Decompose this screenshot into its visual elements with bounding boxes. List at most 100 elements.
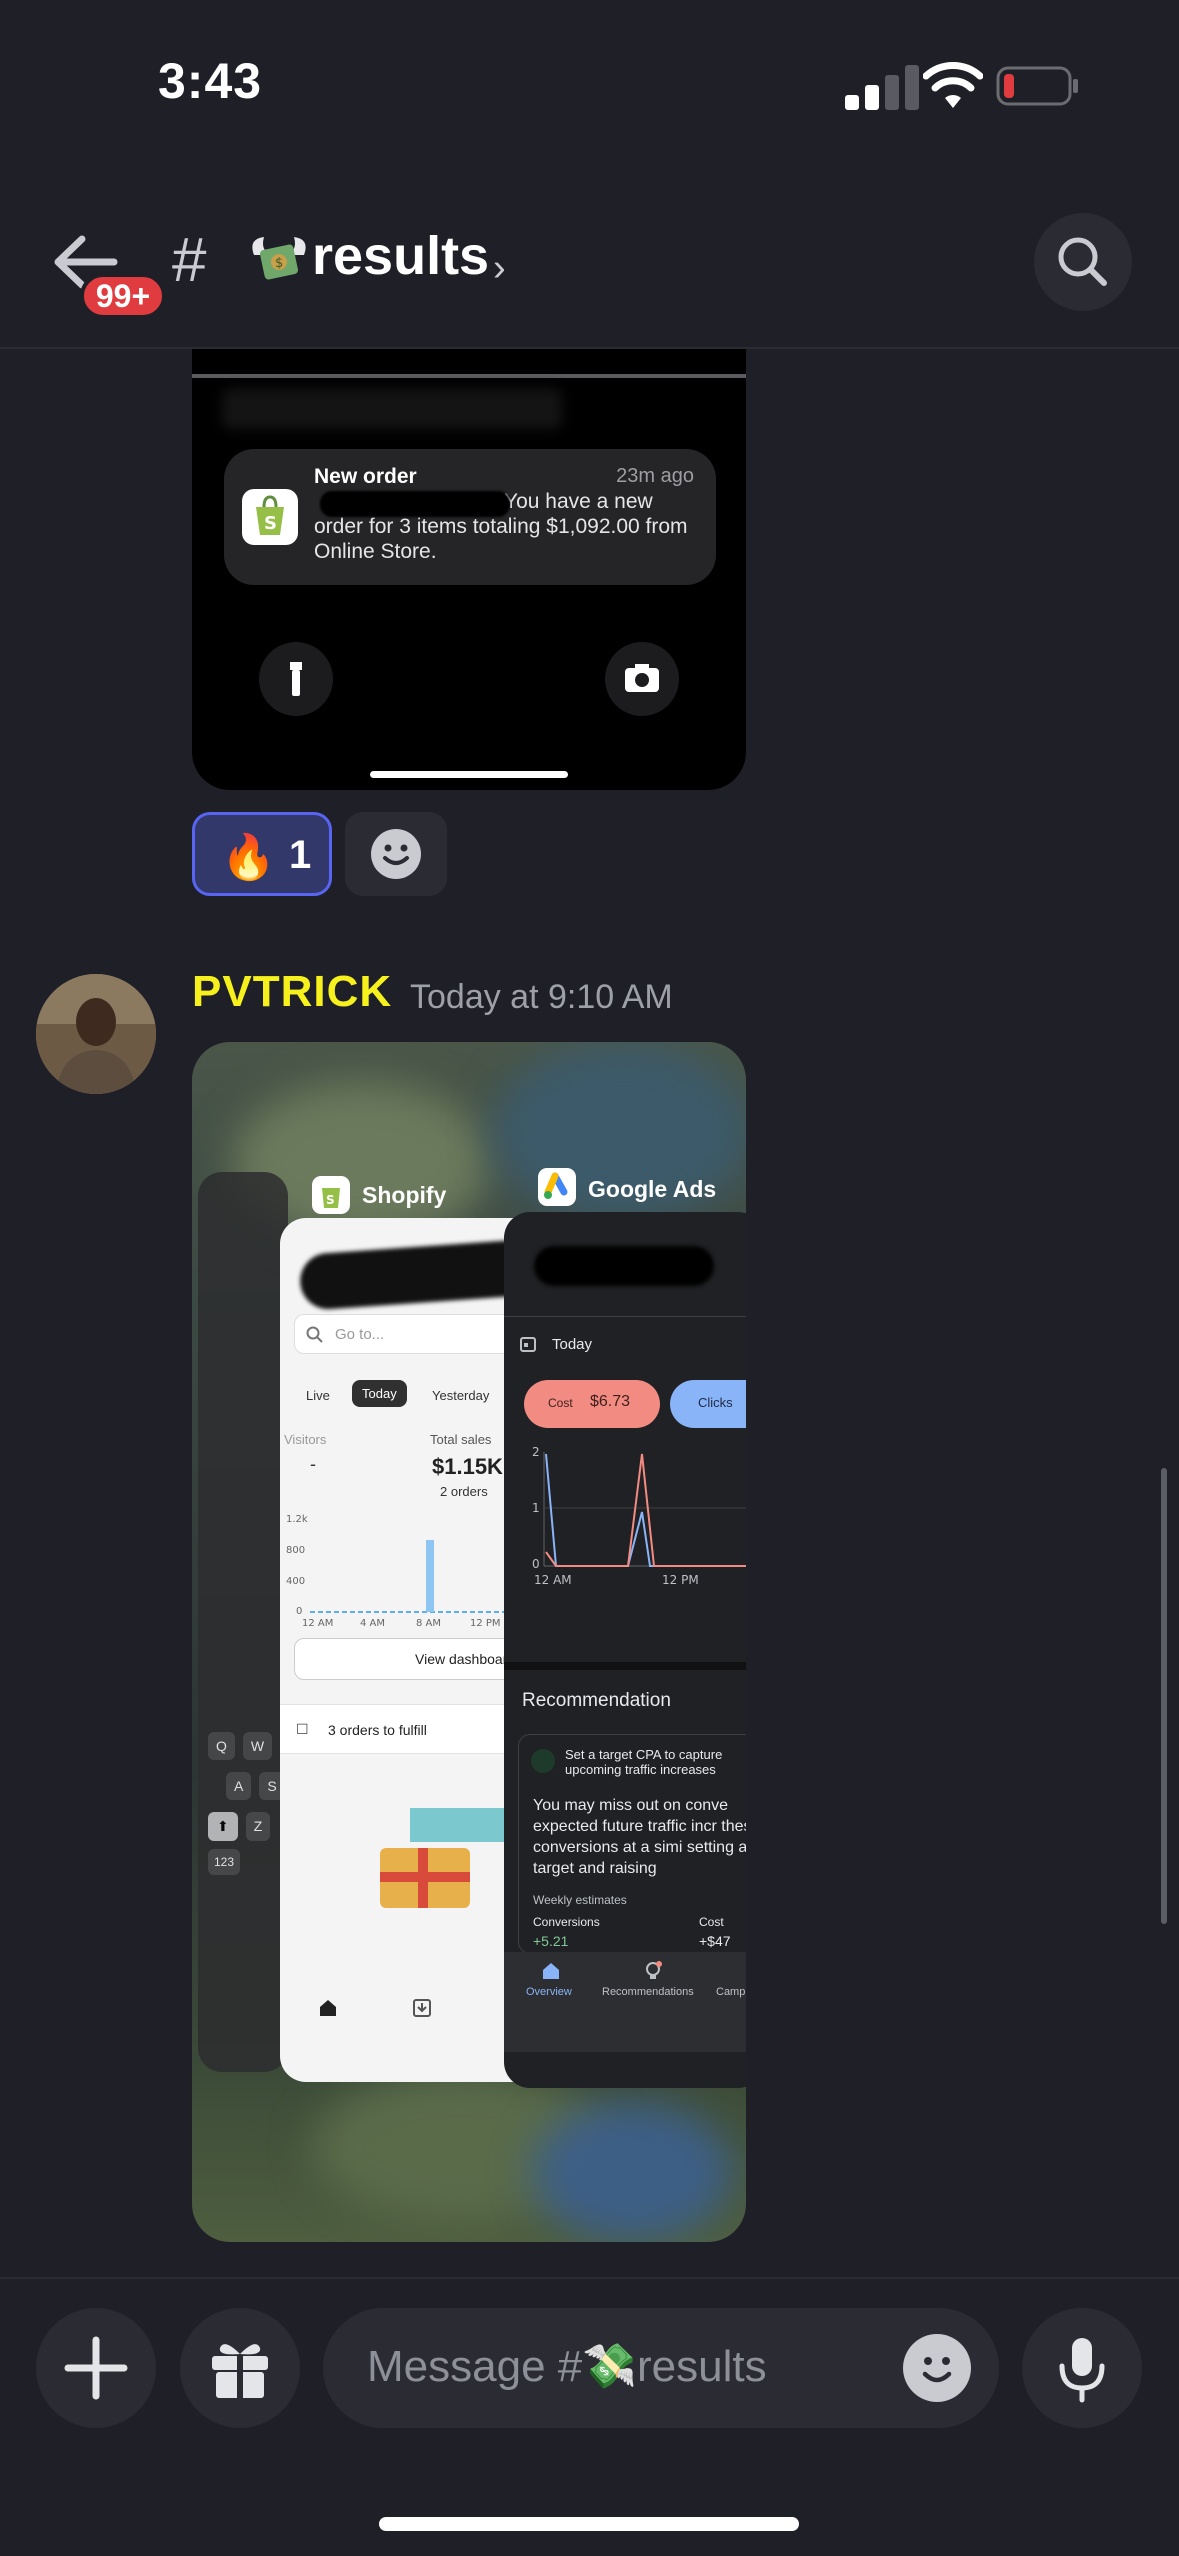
cost-series xyxy=(545,1453,746,1567)
x-tick: 12 AM xyxy=(302,1618,333,1628)
emoji-face-icon xyxy=(922,2357,952,2383)
cost-chip: Cost $6.73 xyxy=(524,1380,660,1428)
clicks-chip-label: Clicks xyxy=(698,1395,733,1410)
background-app-card: Q W A S ⬆ Z 123 xyxy=(198,1172,288,2072)
y-tick: 1.2k xyxy=(286,1514,308,1525)
tab-yesterday: Yesterday xyxy=(432,1388,490,1403)
visitors-value: - xyxy=(310,1454,316,1474)
shopify-notification: S New order 23m ago You have a new order… xyxy=(224,449,716,585)
channel-name[interactable]: results xyxy=(312,225,489,287)
ads-performance-chart: 2 1 0 12 AM 12 PM xyxy=(532,1445,746,1587)
gift-card-illustration xyxy=(380,1848,470,1908)
fulfill-text: 3 orders to fulfill xyxy=(328,1722,427,1738)
camera-icon xyxy=(625,664,659,692)
shopify-app-label: Shopify xyxy=(362,1182,447,1208)
composer-divider xyxy=(0,2277,1179,2279)
y-tick: 0 xyxy=(532,1557,540,1571)
scrollbar[interactable] xyxy=(1161,1468,1167,1924)
tab-live: Live xyxy=(306,1388,330,1403)
recommendation-card: Set a target CPA to capture upcoming tra… xyxy=(518,1734,746,1954)
add-attachment-button[interactable] xyxy=(36,2308,156,2428)
redacted-store-name xyxy=(320,491,510,517)
message-timestamp: Today at 9:10 AM xyxy=(410,978,673,1016)
search-button[interactable] xyxy=(1034,213,1132,311)
attachment-image-lockscreen[interactable]: S New order 23m ago You have a new order… xyxy=(192,349,746,790)
home-icon xyxy=(543,1963,559,1979)
blurred-notification-center-title xyxy=(222,389,562,429)
nav-recommendations: Recommendations xyxy=(602,1986,694,1998)
key-w: W xyxy=(242,1732,273,1760)
clicks-chip: Clicks xyxy=(670,1380,746,1428)
cost-column-label: Cost xyxy=(699,1915,724,1929)
notification-time: 23m ago xyxy=(616,465,694,487)
add-reaction-button[interactable] xyxy=(345,812,447,896)
nav-overview: Overview xyxy=(526,1986,572,1998)
flashlight-button xyxy=(259,642,333,716)
x-tick: 12 AM xyxy=(534,1573,572,1587)
google-ads-app-icon xyxy=(538,1168,576,1206)
reaction-fire[interactable]: 🔥 1 xyxy=(192,812,332,896)
cost-column-value: +$47 xyxy=(699,1933,731,1949)
camera-button xyxy=(605,642,679,716)
message-placeholder: Message #💸results xyxy=(367,2342,767,2391)
orders-icon xyxy=(413,1999,431,2017)
x-tick: 12 PM xyxy=(662,1573,699,1587)
lightbulb-icon xyxy=(646,1961,662,1979)
fire-emoji: 🔥 xyxy=(221,833,276,882)
x-tick: 4 AM xyxy=(360,1618,385,1628)
wifi-icon xyxy=(923,62,983,108)
trend-icon xyxy=(531,1749,555,1773)
shift-key-icon: ⬆ xyxy=(208,1812,238,1841)
y-tick: 400 xyxy=(286,1576,305,1587)
battery-icon xyxy=(996,66,1078,106)
shopify-app-icon: S xyxy=(312,1176,350,1214)
emoji-face-icon xyxy=(371,829,421,879)
conversions-label: Conversions xyxy=(533,1915,600,1929)
cost-chip-label: Cost xyxy=(548,1396,573,1410)
clicks-series xyxy=(545,1453,746,1567)
key-a: A xyxy=(226,1772,252,1800)
svg-text:S: S xyxy=(264,513,277,534)
ads-bottom-nav: Overview Recommendations Camp xyxy=(504,1952,746,2052)
tab-today: Today xyxy=(352,1380,407,1407)
svg-text:S: S xyxy=(326,1193,335,1207)
flashlight-icon xyxy=(290,662,302,696)
cellular-signal-icon xyxy=(845,65,919,110)
recommendation-title: Recommendation xyxy=(522,1690,671,1711)
view-dashboard-label: View dashboard xyxy=(415,1651,516,1667)
shopify-search-placeholder: Go to... xyxy=(335,1326,385,1343)
voice-message-button[interactable] xyxy=(1022,2308,1142,2428)
calendar-icon xyxy=(520,1337,536,1352)
avatar[interactable] xyxy=(36,974,156,1094)
gift-button[interactable] xyxy=(180,2308,300,2428)
redacted-account-name xyxy=(534,1246,714,1286)
lockscreen-divider xyxy=(192,374,746,378)
total-sales-value: $1.15K xyxy=(432,1454,503,1479)
search-icon xyxy=(306,1326,323,1343)
recommendation-body: You may miss out on conve expected futur… xyxy=(533,1797,746,1877)
y-tick: 800 xyxy=(286,1545,305,1556)
shopify-logo-icon: S xyxy=(242,489,298,545)
date-label: Today xyxy=(552,1336,593,1353)
unread-badge: 99+ xyxy=(80,273,166,319)
gift-icon xyxy=(212,2344,268,2398)
x-tick: 8 AM xyxy=(416,1618,441,1628)
weekly-estimates-label: Weekly estimates xyxy=(533,1893,627,1907)
visitors-label: Visitors xyxy=(284,1432,327,1447)
attachment-image-app-switcher[interactable]: Q W A S ⬆ Z 123 S Shopify Go to... Live … xyxy=(192,1042,746,2242)
reaction-count: 1 xyxy=(289,833,312,877)
username[interactable]: PVTRICK xyxy=(192,967,392,1017)
key-q: Q xyxy=(208,1732,235,1760)
x-tick: 12 PM xyxy=(470,1618,501,1628)
y-tick: 2 xyxy=(532,1445,540,1459)
chevron-right-icon[interactable]: › xyxy=(493,247,506,290)
recommendation-chip: Set a target CPA to capture upcoming tra… xyxy=(565,1747,723,1777)
money-with-wings-icon: $ xyxy=(252,237,306,280)
home-indicator xyxy=(379,2517,799,2531)
home-indicator xyxy=(370,771,568,778)
total-sales-label: Total sales xyxy=(430,1432,492,1447)
status-time: 3:43 xyxy=(158,53,263,109)
message-input[interactable]: Message #💸results xyxy=(323,2308,999,2428)
emoji-button[interactable] xyxy=(903,2334,971,2402)
key-123: 123 xyxy=(208,1849,241,1875)
